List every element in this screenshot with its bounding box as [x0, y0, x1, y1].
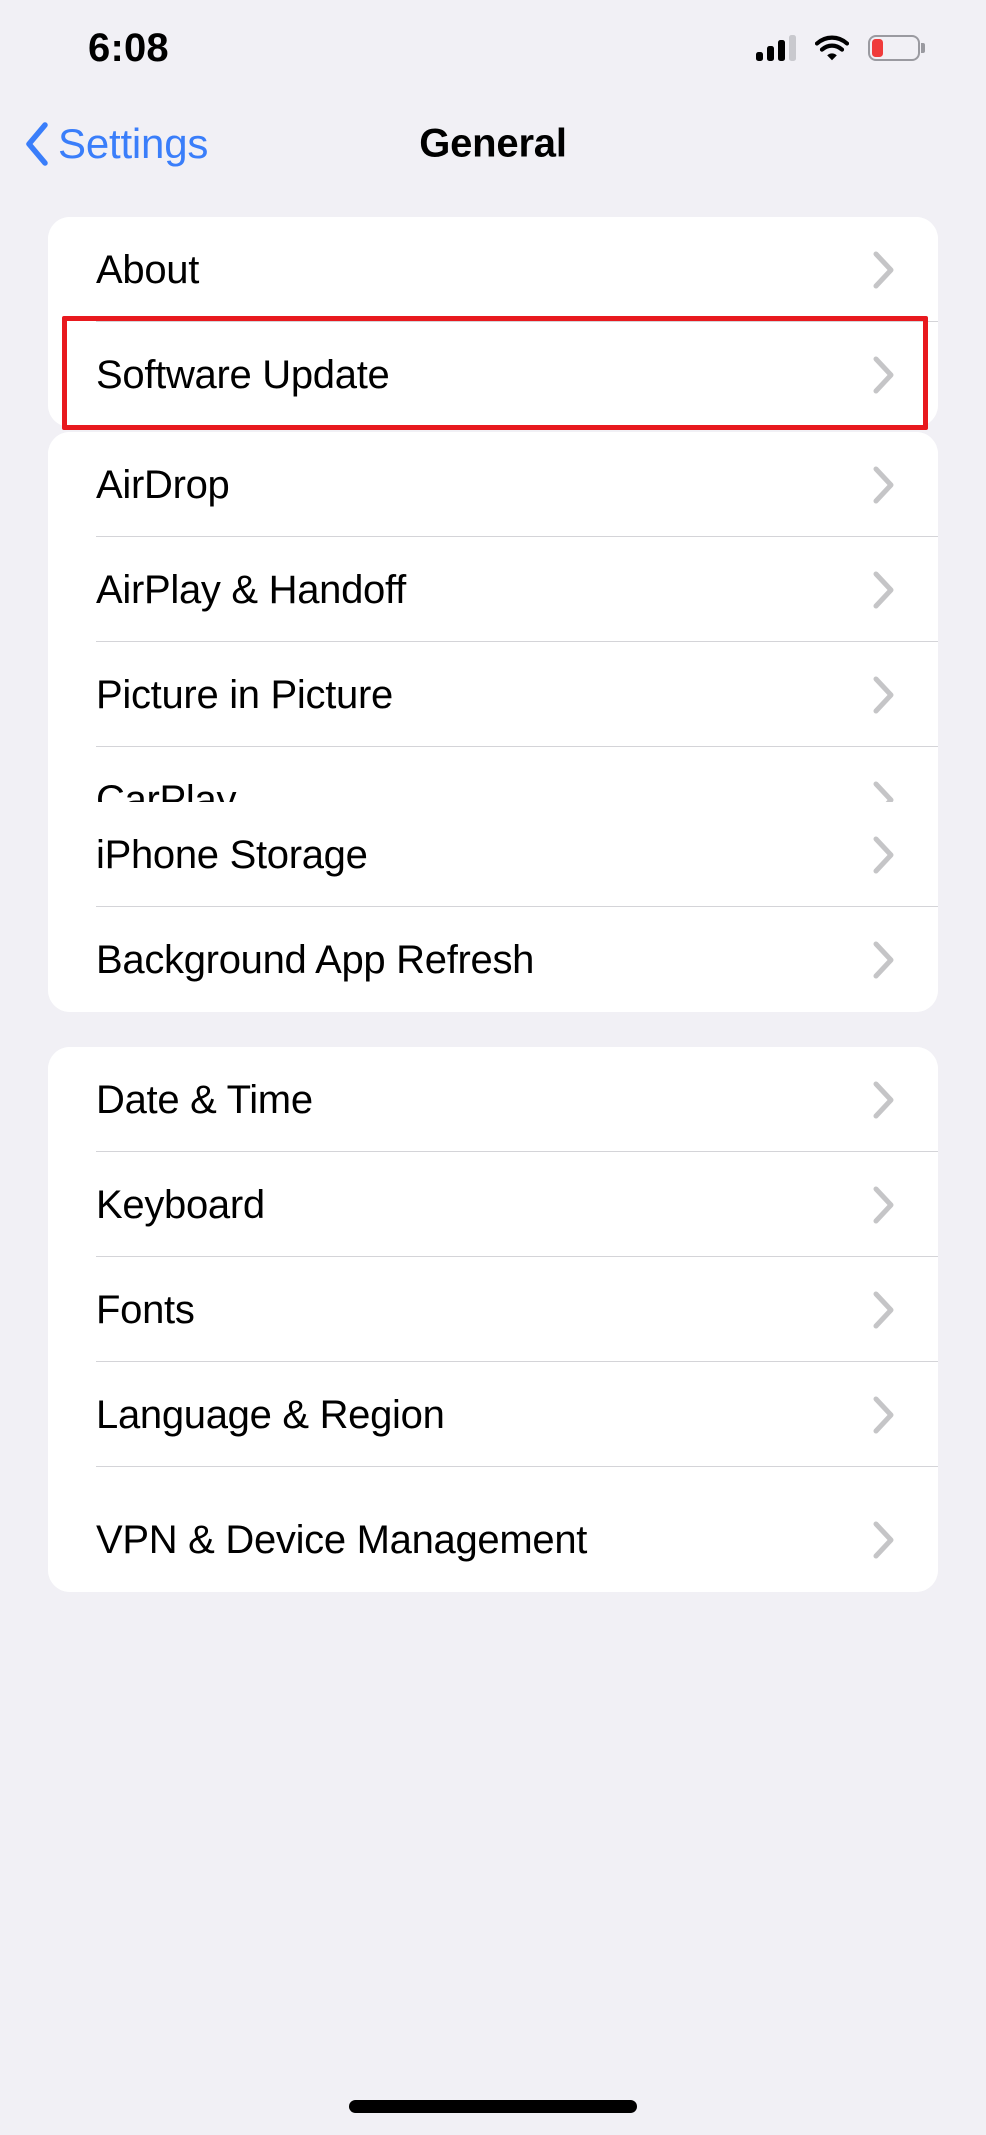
home-indicator-bar: [349, 2100, 637, 2113]
chevron-right-icon: [872, 1290, 938, 1330]
chevron-right-icon: [872, 355, 938, 395]
group-management: VPN & Device Management: [48, 1487, 938, 1592]
settings-row-iphone-storage[interactable]: iPhone Storage: [48, 802, 938, 907]
settings-row-fonts[interactable]: Fonts: [48, 1257, 938, 1362]
settings-row-label: VPN & Device Management: [96, 1517, 588, 1562]
settings-row-date-time[interactable]: Date & Time: [48, 1047, 938, 1152]
settings-row-label: iPhone Storage: [96, 832, 368, 877]
settings-row-airplay-handoff[interactable]: AirPlay & Handoff: [48, 537, 938, 642]
settings-row-keyboard[interactable]: Keyboard: [48, 1152, 938, 1257]
chevron-right-icon: [872, 940, 938, 980]
settings-row-label: Language & Region: [96, 1392, 445, 1437]
chevron-right-icon: [872, 250, 938, 290]
settings-row-picture-in-picture[interactable]: Picture in Picture: [48, 642, 938, 747]
wifi-icon: [815, 35, 849, 61]
settings-row-software-update[interactable]: Software Update: [48, 322, 938, 427]
settings-row-background-app-refresh[interactable]: Background App Refresh: [48, 907, 938, 1012]
settings-row-about[interactable]: About: [48, 217, 938, 322]
chevron-right-icon: [872, 1080, 938, 1120]
navigation-bar: Settings General: [0, 96, 986, 192]
settings-row-label: About: [96, 247, 200, 292]
status-icon-group: [756, 35, 925, 61]
battery-low-icon: [868, 35, 925, 61]
settings-row-language-region[interactable]: Language & Region: [48, 1362, 938, 1467]
settings-row-label: Picture in Picture: [96, 672, 393, 717]
page-title: General: [419, 121, 567, 166]
chevron-right-icon: [872, 570, 938, 610]
settings-row-label: Software Update: [96, 352, 390, 397]
chevron-right-icon: [872, 1185, 938, 1225]
status-time: 6:08: [88, 25, 169, 70]
group-storage: iPhone Storage Background App Refresh: [48, 802, 938, 1012]
chevron-right-icon: [872, 675, 938, 715]
settings-row-vpn-device-management[interactable]: VPN & Device Management: [48, 1487, 938, 1592]
settings-row-label: AirPlay & Handoff: [96, 567, 406, 612]
chevron-right-icon: [872, 835, 938, 875]
settings-row-label: AirDrop: [96, 462, 230, 507]
group-connectivity: AirDrop AirPlay & Handoff Picture in Pictu…: [48, 432, 938, 852]
settings-row-airdrop[interactable]: AirDrop: [48, 432, 938, 537]
settings-row-label: Keyboard: [96, 1182, 265, 1227]
chevron-right-icon: [872, 1395, 938, 1435]
settings-row-label: Background App Refresh: [96, 937, 535, 982]
group-system: About Software Update: [48, 217, 938, 427]
status-bar: 6:08: [0, 0, 986, 96]
chevron-right-icon: [872, 1520, 938, 1560]
settings-row-label: Fonts: [96, 1287, 195, 1332]
cellular-signal-icon: [756, 35, 796, 61]
chevron-right-icon: [872, 465, 938, 505]
settings-row-label: Date & Time: [96, 1077, 313, 1122]
